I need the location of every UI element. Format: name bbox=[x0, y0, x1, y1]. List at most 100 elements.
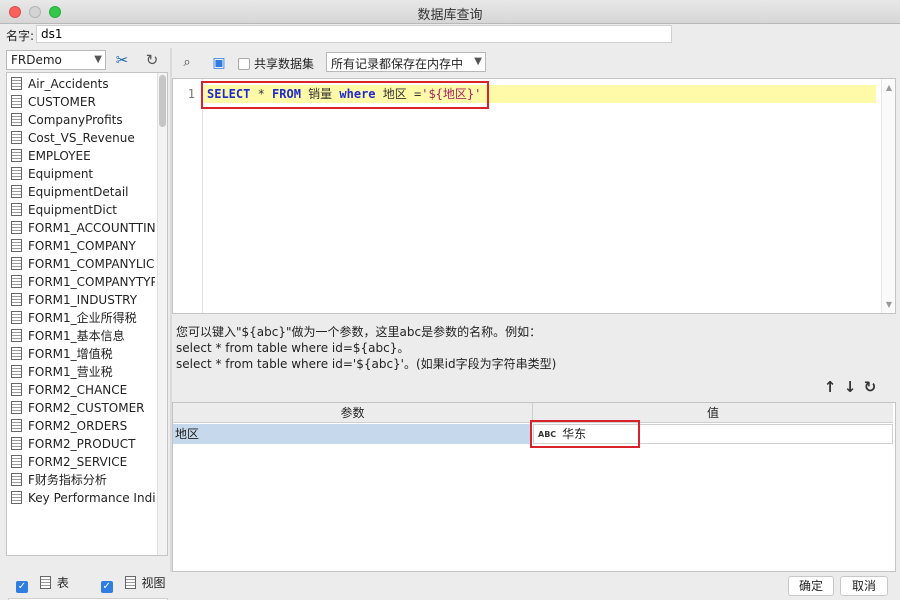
list-item[interactable]: FORM1_企业所得税 bbox=[7, 309, 155, 327]
chevron-down-icon: ▼ bbox=[94, 54, 102, 65]
share-dataset-label: 共享数据集 bbox=[254, 57, 315, 71]
hint-line-1: 您可以键入"${abc}"做为一个参数，这里abc是参数的名称。例如： bbox=[176, 325, 542, 339]
table-icon bbox=[11, 239, 22, 252]
share-dataset-toggle[interactable]: 共享数据集 bbox=[238, 55, 314, 72]
param-actions: ↑ ↓ ↻ bbox=[820, 378, 890, 398]
table-filter-checkbox[interactable]: ✓ bbox=[16, 581, 28, 593]
list-item[interactable]: FORM2_ORDERS bbox=[7, 417, 155, 435]
table-list-scrollbar[interactable] bbox=[157, 73, 167, 555]
list-item[interactable]: FORM1_营业税 bbox=[7, 363, 155, 381]
table-icon bbox=[11, 203, 22, 216]
list-item[interactable]: FORM2_SERVICE bbox=[7, 453, 155, 471]
table-list-scroll-thumb[interactable] bbox=[159, 75, 166, 127]
list-item-label: FORM2_CHANCE bbox=[28, 383, 128, 397]
cancel-button[interactable]: 取消 bbox=[840, 576, 888, 596]
connection-settings-icon[interactable]: ✂ bbox=[112, 50, 132, 70]
table-list: Air_Accidents CUSTOMER CompanyProfits Cost_… bbox=[6, 72, 168, 556]
list-item[interactable]: EquipmentDetail bbox=[7, 183, 155, 201]
param-name-cell[interactable]: 地区 bbox=[173, 424, 531, 444]
table-icon bbox=[11, 437, 22, 450]
table-icon bbox=[11, 311, 22, 324]
table-icon bbox=[11, 131, 22, 144]
list-item-label: CompanyProfits bbox=[28, 113, 123, 127]
list-item-label: FORM1_营业税 bbox=[28, 365, 113, 379]
list-item-label: FORM1_COMPANY bbox=[28, 239, 136, 253]
database-select[interactable]: FRDemo ▼ bbox=[6, 50, 106, 70]
list-item[interactable]: Cost_VS_Revenue bbox=[7, 129, 155, 147]
list-item[interactable]: EquipmentDict bbox=[7, 201, 155, 219]
list-item[interactable]: CompanyProfits bbox=[7, 111, 155, 129]
list-item[interactable]: FORM1_INDUSTRY bbox=[7, 291, 155, 309]
list-item[interactable]: FORM1_ACCOUNTTING bbox=[7, 219, 155, 237]
list-item[interactable]: Key Performance Indic bbox=[7, 489, 155, 507]
list-item[interactable]: FORM1_COMPANYTYP bbox=[7, 273, 155, 291]
list-item[interactable]: FORM1_COMPANY bbox=[7, 237, 155, 255]
preview-icon[interactable]: ⌕ bbox=[178, 54, 196, 72]
refresh-icon[interactable]: ↻ bbox=[142, 50, 162, 70]
list-item-label: EquipmentDict bbox=[28, 203, 118, 217]
list-item[interactable]: FORM1_基本信息 bbox=[7, 327, 155, 345]
list-item-label: CUSTOMER bbox=[28, 95, 96, 109]
line-number: 1 bbox=[187, 87, 195, 101]
save-icon[interactable]: ▣ bbox=[210, 54, 228, 72]
table-icon bbox=[11, 257, 22, 270]
sql-highlight-box bbox=[201, 81, 489, 109]
list-item[interactable]: FORM2_PRODUCT bbox=[7, 435, 155, 453]
table-icon bbox=[11, 185, 22, 198]
list-item-label: Key Performance Indic bbox=[28, 491, 155, 505]
table-icon bbox=[11, 491, 22, 504]
table-icon bbox=[11, 365, 22, 378]
table-icon bbox=[11, 347, 22, 360]
memory-mode-select[interactable]: 所有记录都保存在内存中 ▼ bbox=[326, 52, 486, 72]
chevron-down-icon: ▼ bbox=[474, 56, 482, 67]
dataset-name-input[interactable] bbox=[36, 25, 672, 43]
table-icon bbox=[11, 167, 22, 180]
left-panel: FRDemo ▼ ✂ ↻ Air_Accidents CUSTOMER Compan… bbox=[4, 48, 170, 600]
hint-line-3: select * from table where id='${abc}'。(如… bbox=[176, 357, 557, 371]
title-bar: 数据库查询 bbox=[0, 0, 900, 24]
database-select-value: FRDemo bbox=[11, 53, 62, 67]
list-item-label: FORM1_增值税 bbox=[28, 347, 113, 361]
move-up-icon[interactable]: ↑ bbox=[820, 378, 840, 396]
name-row: 名字: bbox=[0, 24, 900, 46]
parameter-hint: 您可以键入"${abc}"做为一个参数，这里abc是参数的名称。例如： sele… bbox=[176, 324, 876, 372]
list-item-label: FORM1_基本信息 bbox=[28, 329, 125, 343]
table-icon bbox=[11, 293, 22, 306]
list-item-label: FORM1_COMPANYTYP bbox=[28, 275, 155, 289]
list-item[interactable]: FORM2_CHANCE bbox=[7, 381, 155, 399]
move-down-icon[interactable]: ↓ bbox=[840, 378, 860, 396]
table-icon bbox=[11, 95, 22, 108]
scroll-up-icon[interactable]: ▲ bbox=[884, 83, 894, 92]
table-icon bbox=[11, 383, 22, 396]
name-label: 名字: bbox=[6, 29, 35, 43]
table-icon bbox=[11, 275, 22, 288]
list-item[interactable]: FORM2_CUSTOMER bbox=[7, 399, 155, 417]
header-param: 参数 bbox=[173, 403, 533, 423]
ok-button[interactable]: 确定 bbox=[788, 576, 834, 596]
table-icon bbox=[39, 576, 51, 589]
list-item[interactable]: Air_Accidents bbox=[7, 75, 155, 93]
list-item-label: Air_Accidents bbox=[28, 77, 109, 91]
list-item-label: FORM2_PRODUCT bbox=[28, 437, 136, 451]
query-toolbar: ⌕ ▣ 共享数据集 所有记录都保存在内存中 ▼ bbox=[172, 50, 896, 76]
table-icon bbox=[11, 77, 22, 90]
share-dataset-checkbox[interactable] bbox=[238, 58, 250, 70]
filter-row: ✓ 表 ✓ 视图 bbox=[8, 574, 168, 594]
sql-editor[interactable]: 1 SELECT * FROM 销量 where 地区 ='${地区}' ▲ ▼ bbox=[172, 78, 896, 314]
table-list-items: Air_Accidents CUSTOMER CompanyProfits Cost_… bbox=[7, 73, 167, 507]
scroll-down-icon[interactable]: ▼ bbox=[884, 300, 894, 309]
list-item[interactable]: FORM1_增值税 bbox=[7, 345, 155, 363]
editor-scrollbar[interactable]: ▲ ▼ bbox=[881, 79, 895, 313]
list-item[interactable]: EMPLOYEE bbox=[7, 147, 155, 165]
table-icon bbox=[11, 473, 22, 486]
list-item[interactable]: FORM1_COMPANYLICE bbox=[7, 255, 155, 273]
view-filter-checkbox[interactable]: ✓ bbox=[100, 581, 113, 593]
line-gutter: 1 bbox=[173, 79, 203, 313]
list-item[interactable]: CUSTOMER bbox=[7, 93, 155, 111]
list-item[interactable]: Equipment bbox=[7, 165, 155, 183]
table-icon bbox=[11, 149, 22, 162]
list-item[interactable]: F财务指标分析 bbox=[7, 471, 155, 489]
refresh-params-icon[interactable]: ↻ bbox=[860, 378, 880, 396]
table-filter-label: 表 bbox=[56, 576, 69, 590]
table-icon bbox=[11, 221, 22, 234]
